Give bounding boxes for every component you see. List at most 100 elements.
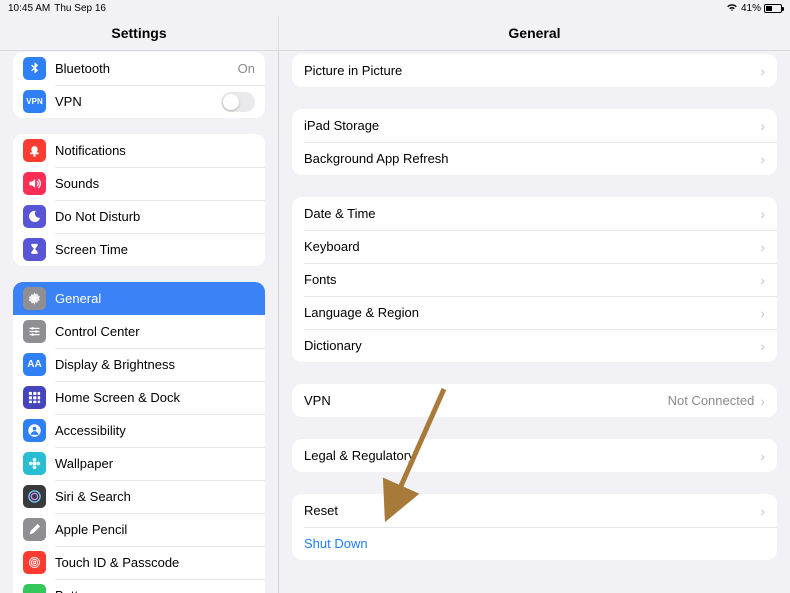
vpn-toggle[interactable] — [221, 92, 255, 112]
detail-row-label: Background App Refresh — [304, 151, 760, 166]
status-time: 10:45 AM — [8, 3, 50, 14]
detail-pane: Picture in Picture› iPad Storage›Backgro… — [279, 51, 790, 593]
detail-row-dictionary[interactable]: Dictionary› — [292, 329, 777, 362]
sidebar-item-label: Sounds — [55, 176, 255, 191]
detail-row-label: iPad Storage — [304, 118, 760, 133]
sidebar-item-vpn[interactable]: VPN VPN — [13, 85, 265, 118]
sidebar-item-siri-search[interactable]: Siri & Search — [13, 480, 265, 513]
sidebar-item-label: Siri & Search — [55, 489, 255, 504]
chevron-right-icon: › — [760, 305, 765, 321]
sidebar-item-label: Apple Pencil — [55, 522, 255, 537]
sidebar-item-control-center[interactable]: Control Center — [13, 315, 265, 348]
sliders-icon — [23, 320, 46, 343]
sidebar-item-label: General — [55, 291, 255, 306]
detail-group-legal: Legal & Regulatory› — [292, 439, 777, 472]
sidebar-item-label: Bluetooth — [55, 61, 238, 76]
status-date: Thu Sep 16 — [54, 3, 106, 14]
aa-icon: AA — [23, 353, 46, 376]
detail-row-background-app-refresh[interactable]: Background App Refresh› — [292, 142, 777, 175]
sidebar-item-label: Screen Time — [55, 242, 255, 257]
status-bar: 10:45 AM Thu Sep 16 41% — [0, 0, 790, 16]
sidebar-item-touch-id-passcode[interactable]: Touch ID & Passcode — [13, 546, 265, 579]
nav-title-left: Settings — [111, 25, 166, 41]
sidebar-item-sounds[interactable]: Sounds — [13, 167, 265, 200]
moon-icon — [23, 205, 46, 228]
detail-group-input: Date & Time›Keyboard›Fonts›Language & Re… — [292, 197, 777, 362]
detail-row-label: Reset — [304, 503, 760, 518]
nav-bars: Settings General — [0, 16, 790, 51]
hourglass-icon — [23, 238, 46, 261]
sidebar-group-notifications: Notifications Sounds Do Not Disturb Screen … — [13, 134, 265, 266]
detail-group-vpn: VPNNot Connected › — [292, 384, 777, 417]
detail-row-vpn[interactable]: VPNNot Connected › — [292, 384, 777, 417]
detail-row-keyboard[interactable]: Keyboard› — [292, 230, 777, 263]
detail-row-label: Keyboard — [304, 239, 760, 254]
vpn-icon: VPN — [23, 90, 46, 113]
chevron-right-icon: › — [760, 239, 765, 255]
sidebar-item-label: Display & Brightness — [55, 357, 255, 372]
chevron-right-icon: › — [760, 118, 765, 134]
detail-row-value: Not Connected — [668, 393, 755, 408]
sidebar-item-screen-time[interactable]: Screen Time — [13, 233, 265, 266]
battery-percent: 41% — [741, 3, 761, 14]
detail-row-reset[interactable]: Reset› — [292, 494, 777, 527]
detail-row-label: Date & Time — [304, 206, 760, 221]
detail-row-label: Language & Region — [304, 305, 760, 320]
sidebar-item-label: VPN — [55, 94, 221, 109]
nav-settings: Settings — [0, 16, 279, 50]
detail-row-label: VPN — [304, 393, 668, 408]
siri-icon — [23, 485, 46, 508]
chevron-right-icon: › — [760, 272, 765, 288]
chevron-right-icon: › — [760, 206, 765, 222]
sidebar-item-do-not-disturb[interactable]: Do Not Disturb — [13, 200, 265, 233]
speaker-icon — [23, 172, 46, 195]
bell-icon — [23, 139, 46, 162]
detail-row-date-time[interactable]: Date & Time› — [292, 197, 777, 230]
sidebar-item-home-screen-dock[interactable]: Home Screen & Dock — [13, 381, 265, 414]
sidebar-item-label: Home Screen & Dock — [55, 390, 255, 405]
wifi-icon — [726, 2, 738, 15]
sidebar-item-accessibility[interactable]: Accessibility — [13, 414, 265, 447]
battery-icon — [764, 4, 782, 13]
chevron-right-icon: › — [760, 63, 765, 79]
detail-row-shut-down[interactable]: Shut Down — [292, 527, 777, 560]
sidebar-item-label: Wallpaper — [55, 456, 255, 471]
sidebar-item-label: Do Not Disturb — [55, 209, 255, 224]
person-icon — [23, 419, 46, 442]
finger-icon — [23, 551, 46, 574]
detail-row-fonts[interactable]: Fonts› — [292, 263, 777, 296]
detail-row-ipad-storage[interactable]: iPad Storage› — [292, 109, 777, 142]
detail-group-pip: Picture in Picture› — [292, 54, 777, 87]
pencil-icon — [23, 518, 46, 541]
detail-row-label: Legal & Regulatory — [304, 448, 760, 463]
chevron-right-icon: › — [760, 448, 765, 464]
flower-icon — [23, 452, 46, 475]
sidebar: BluetoothOn VPN VPN Notifications Sounds Do … — [0, 51, 279, 593]
sidebar-item-apple-pencil[interactable]: Apple Pencil — [13, 513, 265, 546]
grid-icon — [23, 386, 46, 409]
sidebar-item-battery[interactable]: Battery — [13, 579, 265, 593]
chevron-right-icon: › — [760, 338, 765, 354]
bluetooth-icon — [23, 57, 46, 80]
nav-general: General — [279, 16, 790, 50]
sidebar-item-label: Accessibility — [55, 423, 255, 438]
sidebar-item-bluetooth[interactable]: BluetoothOn — [13, 52, 265, 85]
detail-row-picture-in-picture[interactable]: Picture in Picture› — [292, 54, 777, 87]
sidebar-item-display-brightness[interactable]: AA Display & Brightness — [13, 348, 265, 381]
sidebar-group-connectivity: BluetoothOn VPN VPN — [13, 52, 265, 118]
detail-row-label: Picture in Picture — [304, 63, 760, 78]
sidebar-item-label: Battery — [55, 588, 255, 593]
detail-row-language-region[interactable]: Language & Region› — [292, 296, 777, 329]
sidebar-item-label: Control Center — [55, 324, 255, 339]
sidebar-item-label: Touch ID & Passcode — [55, 555, 255, 570]
chevron-right-icon: › — [760, 393, 765, 409]
detail-row-legal-regulatory[interactable]: Legal & Regulatory› — [292, 439, 777, 472]
sidebar-group-main: General Control Center AA Display & Brightn… — [13, 282, 265, 593]
sidebar-item-notifications[interactable]: Notifications — [13, 134, 265, 167]
nav-title-right: General — [508, 25, 560, 41]
sidebar-item-general[interactable]: General — [13, 282, 265, 315]
detail-row-label: Shut Down — [304, 536, 765, 551]
sidebar-item-wallpaper[interactable]: Wallpaper — [13, 447, 265, 480]
detail-row-label: Fonts — [304, 272, 760, 287]
chevron-right-icon: › — [760, 151, 765, 167]
